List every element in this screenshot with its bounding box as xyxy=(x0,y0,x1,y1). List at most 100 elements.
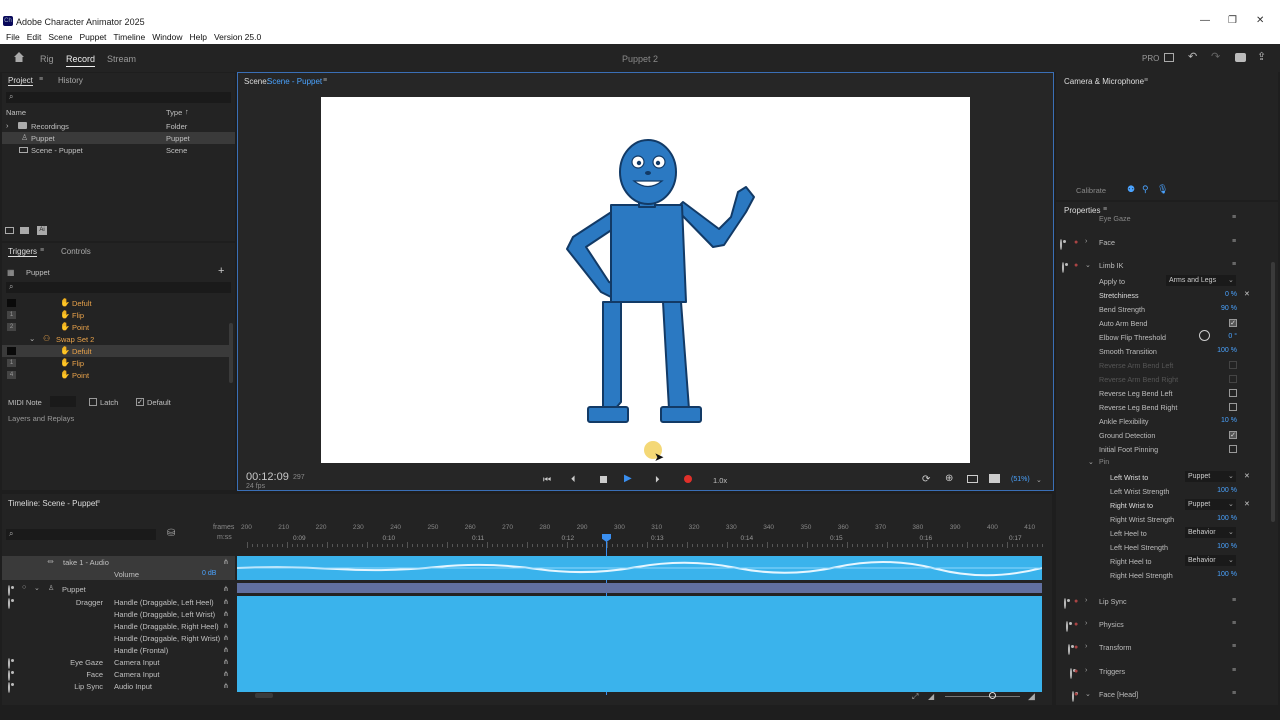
redo-icon[interactable]: ↷ xyxy=(1211,50,1220,63)
camera-menu-icon[interactable]: ≡ xyxy=(1144,77,1148,84)
list-item[interactable]: › Recordings Folder xyxy=(2,120,235,132)
column-name[interactable]: Name xyxy=(6,108,26,117)
scene-canvas[interactable] xyxy=(321,97,970,463)
panel-layout-icon[interactable] xyxy=(1164,53,1174,62)
track-handle-icon[interactable]: ⋔ xyxy=(223,558,229,566)
list-item[interactable]: ✋ Defult xyxy=(2,345,230,357)
step-back-icon[interactable]: ⏴ xyxy=(571,474,576,485)
key-box[interactable]: 1 xyxy=(7,311,16,319)
track-row[interactable]: Handle (Draggable, Left Wrist) ⋔ xyxy=(2,608,235,620)
group-menu-icon[interactable]: ≡ xyxy=(1232,620,1236,627)
new-folder-icon[interactable] xyxy=(20,227,29,234)
ground-detection-checkbox[interactable]: ✓ xyxy=(1229,431,1237,439)
group-limb-ik[interactable]: Limb IK xyxy=(1099,261,1123,270)
menu-file[interactable]: File xyxy=(6,32,20,42)
track-row[interactable]: Eye Gaze Camera Input ⋔ xyxy=(2,656,235,669)
trigger-search-input[interactable]: ⌕ xyxy=(6,282,231,293)
dropdown-icon[interactable]: ⌄ xyxy=(1228,472,1234,480)
home-icon[interactable] xyxy=(13,52,25,62)
latch-checkbox[interactable] xyxy=(89,398,97,406)
track-row[interactable]: Lip Sync Audio Input ⋔ xyxy=(2,680,235,693)
zoom-dropdown-icon[interactable]: ⌄ xyxy=(1036,476,1042,484)
zoom-slider[interactable] xyxy=(945,696,1020,697)
right-wrist-strength-value[interactable]: 100 % xyxy=(1200,515,1237,522)
group-transform[interactable]: Transform xyxy=(1099,643,1131,652)
collapse-arrow-icon[interactable]: ⌄ xyxy=(1085,690,1091,698)
expand-arrow-icon[interactable]: › xyxy=(1085,643,1087,650)
share-icon[interactable]: ⇪ xyxy=(1257,50,1266,63)
eye-icon[interactable] xyxy=(1064,598,1066,609)
menu-edit[interactable]: Edit xyxy=(27,32,42,42)
pro-label[interactable]: PRO xyxy=(1142,54,1159,63)
smooth-transition-value[interactable]: 100 % xyxy=(1200,347,1237,354)
tab-controls[interactable]: Controls xyxy=(61,247,91,256)
initial-foot-pinning-checkbox[interactable] xyxy=(1229,445,1237,453)
track-row[interactable]: ○ ⌄ ♙ Puppet ⋔ xyxy=(2,583,235,596)
expand-arrow-icon[interactable]: › xyxy=(1085,620,1087,627)
group-menu-icon[interactable]: ≡ xyxy=(1232,214,1236,221)
group-eye-gaze[interactable]: Eye Gaze xyxy=(1099,214,1131,223)
eye-icon[interactable] xyxy=(1066,621,1068,632)
feedback-icon[interactable] xyxy=(1235,53,1246,62)
triggers-menu-icon[interactable]: ≡ xyxy=(40,247,44,254)
scene-name[interactable]: Scene - Puppet xyxy=(267,77,322,86)
list-item[interactable]: 1 ✋ Flip xyxy=(2,357,230,369)
arm-dot-icon[interactable]: ● xyxy=(1074,262,1078,269)
reset-x-icon[interactable]: ✕ xyxy=(1244,290,1250,298)
eye-icon[interactable] xyxy=(1070,668,1072,679)
timeline-search-input[interactable]: ⌕ xyxy=(6,529,156,540)
maximize-button[interactable]: ❐ xyxy=(1228,15,1237,26)
project-search-input[interactable]: ⌕ xyxy=(6,92,231,103)
midi-note-field[interactable] xyxy=(50,396,76,407)
menu-version[interactable]: Version 25.0 xyxy=(214,32,261,42)
tab-rig[interactable]: Rig xyxy=(40,54,54,64)
collapse-arrow-icon[interactable]: ⌄ xyxy=(29,334,35,343)
arm-dot-icon[interactable]: ● xyxy=(1074,598,1078,605)
eye-icon[interactable] xyxy=(8,682,10,693)
audio-lane[interactable] xyxy=(236,556,1043,580)
expand-arrow-icon[interactable]: › xyxy=(6,121,9,130)
record-icon[interactable] xyxy=(684,475,692,483)
tab-project[interactable]: Project xyxy=(8,76,33,86)
dropdown-icon[interactable]: ⌄ xyxy=(1228,528,1234,536)
auto-arm-bend-checkbox[interactable]: ✓ xyxy=(1229,319,1237,327)
left-wrist-strength-value[interactable]: 100 % xyxy=(1200,487,1237,494)
arm-dot-icon[interactable]: ● xyxy=(1074,239,1078,246)
collapse-arrow-icon[interactable]: ⌄ xyxy=(1085,261,1091,269)
elbow-flip-value[interactable]: 0 ° xyxy=(1210,333,1237,340)
zoom-out-icon[interactable]: ◢ xyxy=(928,692,934,701)
menu-scene[interactable]: Scene xyxy=(48,32,72,42)
track-handle-icon[interactable]: ⋔ xyxy=(223,646,229,654)
undo-icon[interactable]: ↶ xyxy=(1188,50,1197,63)
eye-icon[interactable] xyxy=(1068,644,1070,655)
reverse-leg-left-checkbox[interactable] xyxy=(1229,389,1237,397)
zoom-level[interactable]: (51%) xyxy=(1011,476,1030,483)
track-handle-icon[interactable]: ⋔ xyxy=(223,670,229,678)
scrollbar[interactable] xyxy=(1271,262,1275,522)
tab-record[interactable]: Record xyxy=(66,54,96,67)
arm-dot-icon[interactable]: ● xyxy=(1074,621,1078,628)
playback-speed[interactable]: 1.0x xyxy=(713,476,727,485)
expand-arrow-icon[interactable]: › xyxy=(1085,667,1087,674)
track-handle-icon[interactable]: ⋔ xyxy=(223,622,229,630)
timeline-ruler[interactable]: 200 210 220 230 240 250 260 270 280 290 300 310 320 3… xyxy=(237,520,1043,548)
camera-icon[interactable]: ⚉ xyxy=(1127,184,1135,195)
expand-arrow-icon[interactable]: › xyxy=(1085,597,1087,604)
track-handle-icon[interactable]: ⋔ xyxy=(223,658,229,666)
arm-dot-icon[interactable]: ● xyxy=(1074,691,1078,698)
loop-icon[interactable]: ⟳ xyxy=(922,474,930,485)
timeline-menu-icon[interactable]: ≡ xyxy=(96,499,100,506)
add-trigger-button[interactable]: + xyxy=(218,265,224,277)
angle-dial-icon[interactable] xyxy=(1199,330,1210,341)
arm-dot-icon[interactable]: ● xyxy=(1074,668,1078,675)
default-checkbox[interactable]: ✓ xyxy=(136,398,144,406)
key-box[interactable] xyxy=(7,347,16,355)
reverse-arm-left-checkbox[interactable] xyxy=(1229,361,1237,369)
column-type[interactable]: Type xyxy=(166,108,182,117)
arm-dot-icon[interactable]: ● xyxy=(1074,644,1078,651)
eye-icon[interactable] xyxy=(1060,239,1062,250)
body-tracking-icon[interactable]: ⚲ xyxy=(1142,184,1149,195)
group-menu-icon[interactable]: ≡ xyxy=(1232,690,1236,697)
list-item[interactable]: Scene - Puppet Scene xyxy=(2,144,235,156)
key-box[interactable] xyxy=(7,299,16,307)
